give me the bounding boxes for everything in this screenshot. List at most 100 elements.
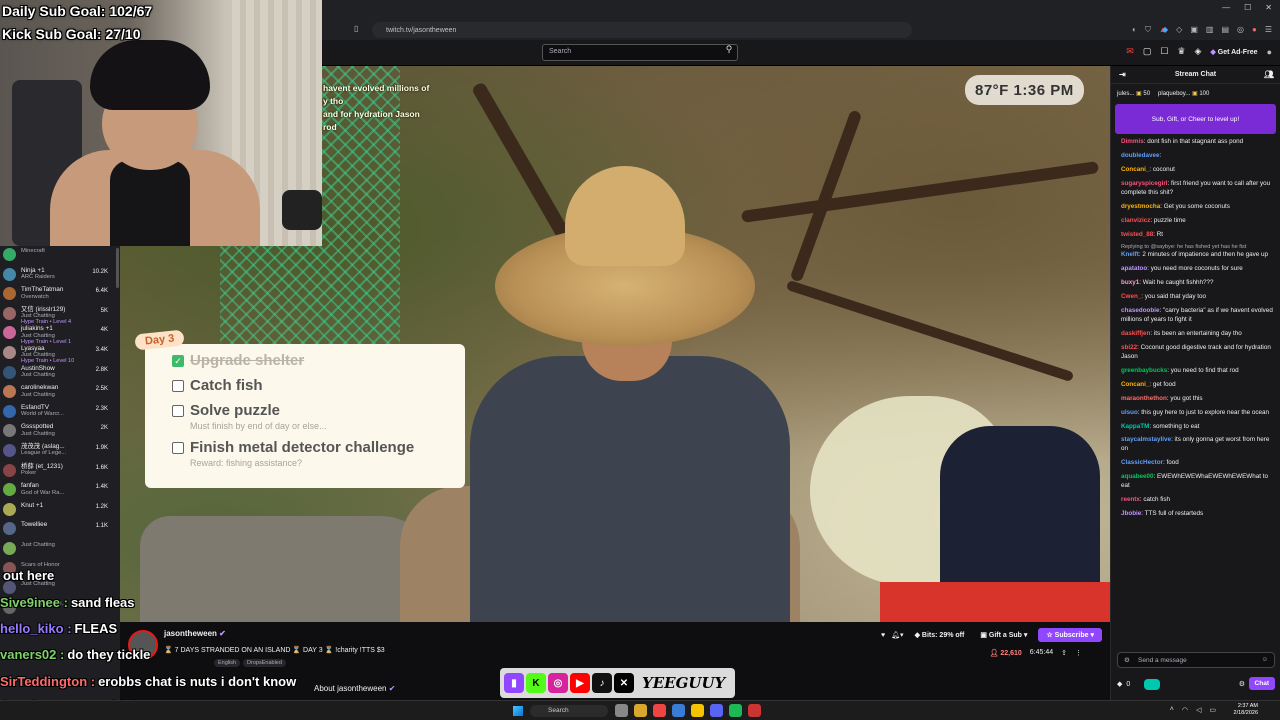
wallet-icon[interactable]: ▤ <box>1221 25 1229 34</box>
sidebar-channel[interactable]: Towelliee 1.1K <box>0 520 120 540</box>
chat-username[interactable]: Jbobie <box>1121 510 1141 517</box>
sidebar-icon[interactable]: ▥ <box>1206 25 1214 34</box>
sidebar-channel[interactable]: AustinShow Just Chatting 2.8K <box>0 364 120 384</box>
chat-message[interactable]: doubledavee: <box>1121 152 1274 161</box>
minimize-icon[interactable]: — <box>1222 3 1230 12</box>
chat-message[interactable]: ClassicHector: food <box>1121 459 1274 468</box>
maximize-icon[interactable]: ☐ <box>1244 3 1251 12</box>
chat-username[interactable]: chasedoobie <box>1121 307 1160 314</box>
gift-sub-button[interactable]: ▣ Gift a Sub ▾ <box>975 628 1032 642</box>
chat-username[interactable]: buxy1 <box>1121 279 1139 286</box>
sidebar-channel[interactable]: Minecraft <box>0 246 120 266</box>
drops-icon[interactable]: ◈ <box>1194 46 1201 57</box>
chat-send-button[interactable]: Chat <box>1248 677 1275 690</box>
chat-username[interactable]: Dimmis <box>1121 138 1144 145</box>
user-avatar[interactable]: ● <box>1267 47 1272 57</box>
extension-icon[interactable]: ◆ <box>1162 25 1168 34</box>
tag[interactable]: English <box>214 659 241 667</box>
chat-message[interactable]: staycalmstaylive: its only gonna get wor… <box>1121 436 1274 453</box>
chat-username[interactable]: ulsuo <box>1121 409 1138 416</box>
leaderboard-entry[interactable]: jules... ▣ 50 <box>1117 90 1150 97</box>
sidebar-channel[interactable]: 茂茂茂 (aslag... League of Lege... 1.9K <box>0 442 120 462</box>
wifi-icon[interactable]: ◠ <box>1182 706 1188 714</box>
volume-icon[interactable]: ◁ <box>1196 706 1201 714</box>
sidebar-channel[interactable]: 又信 (irisslr129) Just Chatting Hype Train •… <box>0 305 120 325</box>
discord-icon[interactable] <box>710 704 723 717</box>
search-button[interactable]: ⚲ <box>720 44 738 61</box>
chat-message[interactable]: chasedoobie: "carry bacteria" as if we h… <box>1121 307 1274 324</box>
chat-message[interactable]: buxy1: Wait he caught fishhh??? <box>1121 279 1274 288</box>
shield-icon[interactable]: ⛉ <box>1145 25 1151 35</box>
chat-message[interactable]: reentx: catch fish <box>1121 496 1274 505</box>
chat-message[interactable]: aquabee00: EWEWhEWEWhaEWEWhEWEWhat to ea… <box>1121 473 1274 490</box>
chat-username[interactable]: twisted_88 <box>1121 231 1153 238</box>
chat-username[interactable]: staycalmstaylive <box>1121 436 1171 443</box>
chat-settings-icon[interactable]: ⚙ <box>1124 656 1130 664</box>
chat-username[interactable]: Concani_ <box>1121 381 1149 388</box>
chat-message[interactable]: KappaTM: something to eat <box>1121 423 1274 432</box>
chat-message[interactable]: clanvizicz: puzzle time <box>1121 217 1274 226</box>
inbox-icon[interactable]: ☐ <box>1160 46 1168 57</box>
more-options-icon[interactable]: ⋮ <box>1075 649 1082 657</box>
profile-icon[interactable]: ● <box>1252 25 1257 34</box>
heart-icon[interactable]: ♥ <box>881 632 885 639</box>
app-icon[interactable] <box>615 704 628 717</box>
reader-icon[interactable]: ◐ <box>1132 25 1137 35</box>
chat-message[interactable]: Jbobie: TTS full of restarteds <box>1121 510 1274 519</box>
bits-icon[interactable]: ◆ <box>1117 680 1122 688</box>
get-ad-free-button[interactable]: ◆ Get Ad-Free <box>1210 48 1257 56</box>
chat-username[interactable]: dryestmocha <box>1121 203 1160 210</box>
chat-message[interactable]: twisted_88: Rt <box>1121 231 1274 240</box>
battery-icon[interactable]: ▭ <box>1209 706 1216 714</box>
chat-username[interactable]: doubledavee <box>1121 152 1160 159</box>
sidebar-channel[interactable]: juliakins +1 Just Chatting Hype Train • Le… <box>0 324 120 344</box>
notifications-icon[interactable]: ✉ <box>1126 46 1134 57</box>
hype-banner[interactable]: Sub, Gift, or Cheer to level up! <box>1115 104 1276 134</box>
chat-message[interactable]: Concani_: get food <box>1121 381 1274 390</box>
extension-icon[interactable]: ◇ <box>1176 25 1182 34</box>
chat-message[interactable]: Concani_: coconut <box>1121 166 1274 175</box>
bookmark-icon[interactable]: ▯ <box>354 24 358 33</box>
spotify-icon[interactable] <box>729 704 742 717</box>
chat-username[interactable]: Knelft <box>1121 251 1139 258</box>
chat-username[interactable]: apatatoo <box>1121 265 1147 272</box>
chat-message[interactable]: daskiffjen: its been an entertaining day… <box>1121 330 1274 339</box>
close-icon[interactable]: ✕ <box>1265 3 1272 12</box>
bits-button[interactable]: ◆ Bits: 29% off <box>910 628 970 642</box>
chat-message[interactable]: dryestmocha: Get you some coconuts <box>1121 203 1274 212</box>
chat-message[interactable]: sbi22: Coconut good digestive track and … <box>1121 344 1274 361</box>
chat-message[interactable]: apatatoo: you need more coconuts for sur… <box>1121 265 1274 274</box>
file-explorer-icon[interactable] <box>634 704 647 717</box>
notification-bell-icon[interactable]: 🔔︎▾ <box>891 631 903 639</box>
sidebar-channel[interactable]: fanfan God of War Ra... 1.4K <box>0 481 120 501</box>
vpn-icon[interactable]: ◎ <box>1237 25 1244 34</box>
sidebar-channel[interactable]: Knut +1 1.2K <box>0 501 120 521</box>
search-input[interactable]: Search <box>542 44 738 61</box>
extension-icon[interactable]: ▣ <box>1190 25 1198 34</box>
chat-username[interactable]: daskiffjen <box>1121 330 1150 337</box>
clock[interactable]: 2:37 AM 2/18/2026 <box>1234 703 1258 717</box>
app-icon[interactable] <box>672 704 685 717</box>
sidebar-channel[interactable]: Lyasyaa Just Chatting Hype Train • Level 1… <box>0 344 120 364</box>
chat-username[interactable]: greenbaybucks <box>1121 367 1167 374</box>
chat-username[interactable]: aquabee00 <box>1121 473 1154 480</box>
chat-username[interactable]: sbi22 <box>1121 344 1137 351</box>
channel-points-icon[interactable] <box>1144 678 1161 690</box>
leaderboard-entry[interactable]: plaqueboy... ▣ 100 <box>1158 90 1209 97</box>
chat-message[interactable]: Dimmis: dont fish in that stagnant ass p… <box>1121 138 1274 147</box>
chat-message[interactable]: Replying to @saybye: he has fished yet h… <box>1121 244 1274 260</box>
channel-name[interactable]: jasontheween ✔ <box>164 629 226 638</box>
share-icon[interactable]: ⇪ <box>1061 649 1067 657</box>
chat-username[interactable]: sugaryspicegirl <box>1121 180 1168 187</box>
about-link[interactable]: About jasontheween ✔ <box>314 684 395 693</box>
menu-icon[interactable]: ☰ <box>1265 25 1272 34</box>
chat-message[interactable]: ulsuo: this guy here to just to explore … <box>1121 409 1274 418</box>
sidebar-channel[interactable]: Ninja +1 ARC Raiders 10.2K <box>0 266 120 286</box>
chat-username[interactable]: KappaTM <box>1121 423 1149 430</box>
sidebar-channel[interactable]: carolinekwan Just Chatting 2.5K <box>0 383 120 403</box>
chat-username[interactable]: Concani_ <box>1121 166 1149 173</box>
tag[interactable]: DropsEnabled <box>243 659 286 667</box>
chat-message[interactable]: sugaryspicegirl: first friend you want t… <box>1121 180 1274 197</box>
address-bar[interactable]: twitch.tv/jasontheween <box>372 22 912 38</box>
chat-username[interactable]: maraonthethon <box>1121 395 1167 402</box>
